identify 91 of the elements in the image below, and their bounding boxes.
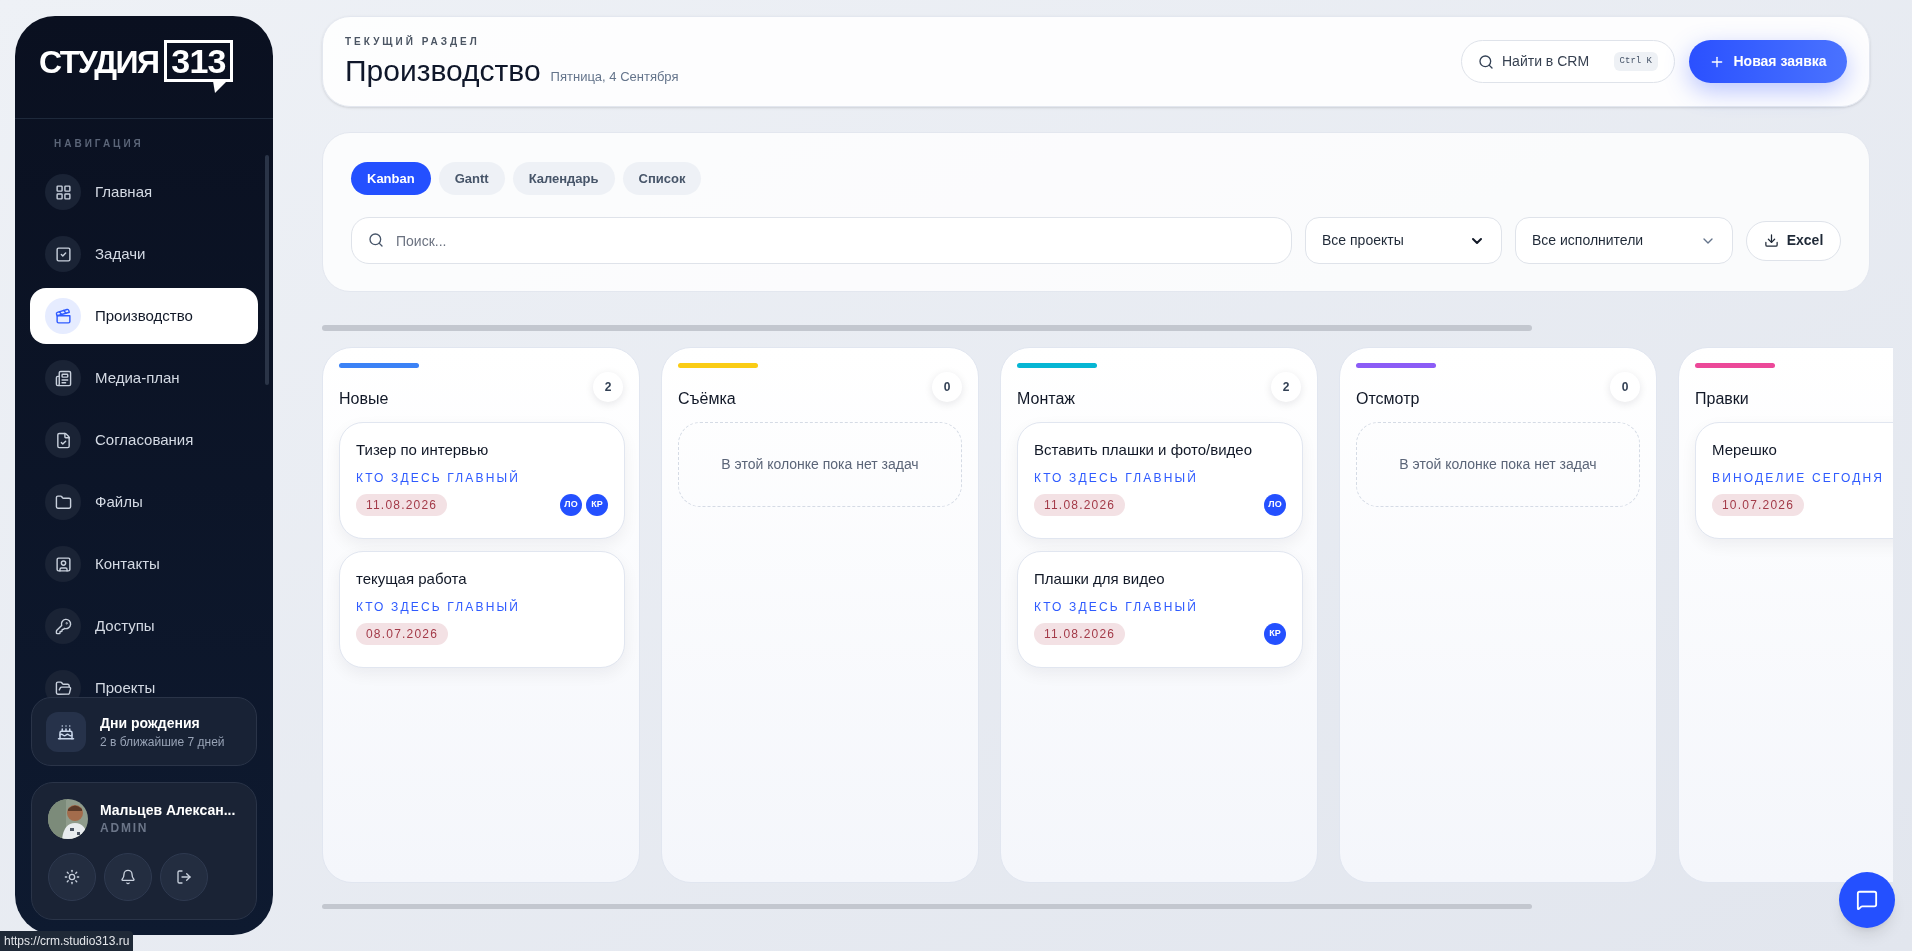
task-project: КТО ЗДЕСЬ ГЛАВНЫЙ — [1034, 470, 1200, 486]
chat-button[interactable] — [1839, 872, 1895, 928]
task-card[interactable]: Мерешко ВИНОДЕЛИЕ СЕГОДНЯ 10.07.2026 — [1695, 422, 1893, 539]
task-card[interactable]: Тизер по интервью КТО ЗДЕСЬ ГЛАВНЫЙ 11.08.2026 ЛО КР — [339, 422, 625, 539]
section-eyebrow: ТЕКУЩИЙ РАЗДЕЛ — [345, 34, 481, 49]
horizontal-scrollbar[interactable] — [322, 904, 1532, 909]
due-date-badge: 11.08.2026 — [1034, 623, 1126, 645]
shortcut-hint: Ctrl K — [1613, 51, 1658, 72]
view-tab[interactable]: Kanban — [351, 162, 431, 195]
task-card[interactable]: Плашки для видео КТО ЗДЕСЬ ГЛАВНЫЙ 11.08.2026 КР — [1017, 551, 1303, 668]
assignee-filter-select[interactable]: Все исполнители — [1515, 217, 1733, 264]
sun-icon — [64, 869, 80, 885]
assignee-avatar: ЛО — [560, 494, 582, 516]
task-title: Мерешко — [1712, 440, 1778, 460]
logo-number: 313 — [164, 40, 233, 82]
notifications-button[interactable] — [104, 853, 152, 901]
due-date-badge: 11.08.2026 — [1034, 494, 1126, 516]
open-folder-icon — [54, 679, 72, 697]
task-card[interactable]: Вставить плашки и фото/видео КТО ЗДЕСЬ ГЛАВНЫЙ 11.08.2026 ЛО — [1017, 422, 1303, 539]
user-role: ADMIN — [100, 820, 150, 837]
cake-icon — [57, 722, 75, 741]
scrollbar[interactable] — [265, 155, 269, 385]
nav-item[interactable]: Контакты — [30, 536, 258, 592]
new-request-button[interactable]: Новая заявка — [1689, 40, 1847, 83]
view-tab[interactable]: Список — [622, 162, 702, 195]
bell-icon — [120, 869, 136, 885]
theme-button[interactable] — [48, 853, 96, 901]
column-title: Новые — [339, 389, 389, 409]
assignee-avatar: КР — [586, 494, 608, 516]
assignee-avatar: ЛО — [1264, 494, 1286, 516]
column-title: Съёмка — [678, 389, 736, 409]
download-icon — [1763, 233, 1779, 248]
view-tab[interactable]: Gantt — [438, 162, 505, 195]
nav-item[interactable]: Производство — [30, 288, 258, 344]
task-project: ВИНОДЕЛИЕ СЕГОДНЯ — [1712, 470, 1886, 486]
user-name: Мальцев Алексан... — [100, 801, 236, 819]
speech-tail-icon — [212, 81, 227, 93]
search-icon — [368, 232, 384, 248]
key-icon — [54, 617, 72, 635]
logout-icon — [176, 869, 192, 885]
task-project: КТО ЗДЕСЬ ГЛАВНЫЙ — [1034, 599, 1200, 615]
view-tab[interactable]: Календарь — [512, 162, 615, 195]
project-filter-select[interactable]: Все проекты — [1305, 217, 1502, 264]
birthdays-card[interactable]: Дни рождения 2 в ближайшие 7 дней — [31, 697, 257, 766]
nav-item[interactable]: Задачи — [30, 226, 258, 282]
task-count-badge: 2 — [1271, 372, 1301, 402]
global-search-button[interactable]: Найти в CRM Ctrl K — [1461, 40, 1675, 83]
search-icon — [1478, 53, 1494, 70]
folder-icon — [54, 493, 72, 511]
document-icon — [54, 431, 72, 449]
clapperboard-icon — [54, 307, 72, 325]
task-project: КТО ЗДЕСЬ ГЛАВНЫЙ — [356, 599, 522, 615]
task-title: Тизер по интервью — [356, 440, 490, 460]
assignee-avatar: КР — [1264, 623, 1286, 645]
page-date: Пятница, 4 Сентября — [550, 67, 679, 86]
task-count-badge: 0 — [1610, 372, 1640, 402]
logout-button[interactable] — [160, 853, 208, 901]
task-count-badge: 2 — [593, 372, 623, 402]
contact-card-icon — [54, 555, 72, 573]
logo-wordmark: СТУДИЯ — [39, 43, 159, 82]
status-url: https://crm.studio313.ru — [0, 931, 134, 951]
nav-item[interactable]: Файлы — [30, 474, 258, 530]
column-title: Правки — [1695, 389, 1749, 409]
birthdays-subtitle: 2 в ближайшие 7 дней — [100, 733, 225, 751]
task-project: КТО ЗДЕСЬ ГЛАВНЫЙ — [356, 470, 522, 486]
nav-item[interactable]: Медиа-план — [30, 350, 258, 406]
task-count-badge: 0 — [932, 372, 962, 402]
task-card[interactable]: текущая работа КТО ЗДЕСЬ ГЛАВНЫЙ 08.07.2026 — [339, 551, 625, 668]
nav-section-label: НАВИГАЦИЯ — [53, 137, 145, 151]
checkbox-icon — [54, 245, 72, 263]
nav-item[interactable]: Доступы — [30, 598, 258, 654]
column-title: Монтаж — [1017, 389, 1075, 409]
nav-item[interactable]: Главная — [30, 164, 258, 220]
task-title: Плашки для видео — [1034, 569, 1166, 589]
nav-item[interactable]: Согласования — [30, 412, 258, 468]
task-title: Вставить плашки и фото/видео — [1034, 440, 1253, 460]
newspaper-icon — [54, 369, 72, 387]
due-date-badge: 10.07.2026 — [1712, 494, 1805, 516]
grid-icon — [54, 183, 72, 201]
search-field[interactable]: Поиск... — [351, 217, 1292, 264]
task-title: текущая работа — [356, 569, 468, 589]
birthdays-title: Дни рождения — [100, 713, 201, 733]
column-title: Отсмотр — [1356, 389, 1420, 409]
empty-column-message: В этой колонке пока нет задач — [721, 455, 919, 474]
due-date-badge: 08.07.2026 — [356, 623, 449, 645]
chat-bubble-icon — [1856, 889, 1878, 911]
excel-export-button[interactable]: Excel — [1746, 220, 1841, 261]
page-title: Производство — [345, 52, 541, 89]
empty-column-message: В этой колонке пока нет задач — [1399, 455, 1597, 474]
horizontal-scrollbar[interactable] — [322, 325, 1532, 331]
due-date-badge: 11.08.2026 — [356, 494, 448, 516]
